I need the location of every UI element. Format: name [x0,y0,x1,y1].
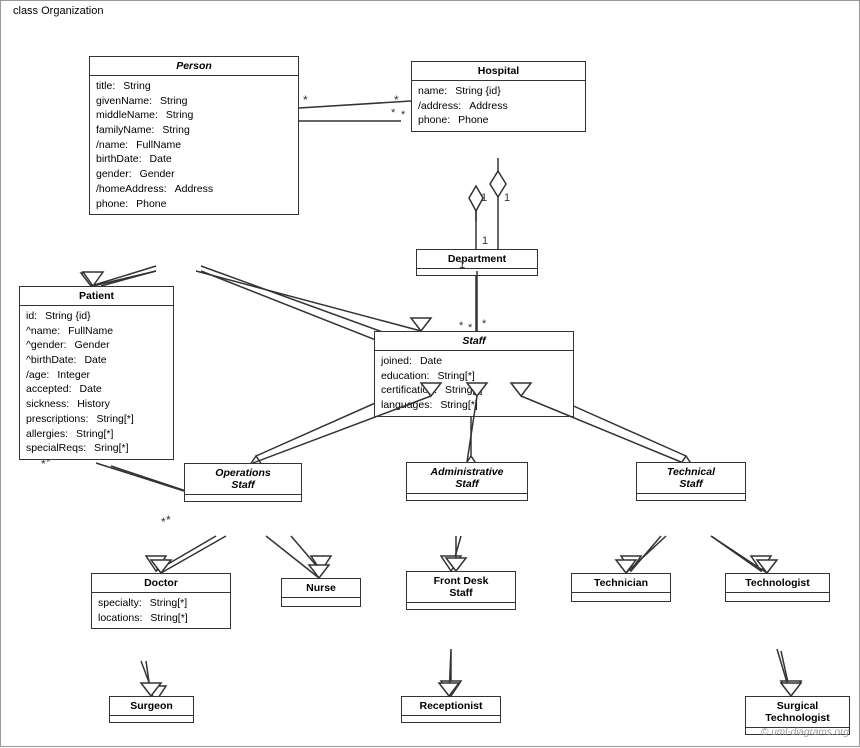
hospital-class: Hospital name:String {id} /address:Addre… [411,61,586,132]
operations-staff-class-name: OperationsStaff [185,464,301,495]
svg-text:*: * [166,513,171,527]
department-class-name: Department [417,250,537,269]
diagram-container: class Organization * * 1 1 * [0,0,860,747]
svg-text:*: * [401,109,406,121]
surgical-technologist-class-name: Surgical Technologist [746,697,849,728]
receptionist-class: Receptionist [401,696,501,723]
doctor-class-name: Doctor [92,574,230,593]
nurse-class: Nurse [281,578,361,607]
diagram-title: class Organization [9,5,108,17]
technician-class: Technician [571,573,671,602]
svg-text:*: * [303,93,308,107]
hospital-class-name: Hospital [412,62,585,81]
svg-text:1: 1 [504,192,510,204]
staff-class-name: Staff [375,332,573,351]
doctor-class: Doctor specialty:String[*] locations:Str… [91,573,231,629]
receptionist-class-name: Receptionist [402,697,500,716]
technologist-class: Technologist [725,573,830,602]
department-class: Department [416,249,538,276]
technical-staff-class: TechnicalStaff [636,462,746,501]
patient-class: Patient id:String {id} ^name:FullName ^g… [19,286,174,460]
nurse-class-name: Nurse [282,579,360,598]
patient-class-name: Patient [20,287,173,306]
svg-text:1: 1 [481,192,487,204]
person-class: Person title:String givenName:String mid… [89,56,299,215]
front-desk-staff-class: Front DeskStaff [406,571,516,610]
hospital-class-attrs: name:String {id} /address:Address phone:… [412,81,585,131]
technical-staff-class-name: TechnicalStaff [637,463,745,494]
staff-class: Staff joined:Date education:String[*] ce… [374,331,574,417]
svg-text:1: 1 [482,235,488,247]
staff-class-attrs: joined:Date education:String[*] certific… [375,351,573,416]
person-class-name: Person [90,57,298,76]
svg-text:*: * [391,107,396,119]
person-class-attrs: title:String givenName:String middleName… [90,76,298,214]
watermark: © uml-diagrams.org [761,727,849,738]
svg-text:*: * [394,93,399,107]
administrative-staff-class-name: AdministrativeStaff [407,463,527,494]
surgeon-class-name: Surgeon [110,697,193,716]
patient-class-attrs: id:String {id} ^name:FullName ^gender:Ge… [20,306,173,459]
technologist-class-name: Technologist [726,574,829,593]
svg-text:*: * [482,318,487,330]
technician-class-name: Technician [572,574,670,593]
operations-staff-class: OperationsStaff [184,463,302,502]
front-desk-staff-class-name: Front DeskStaff [407,572,515,603]
administrative-staff-class: AdministrativeStaff [406,462,528,501]
doctor-class-attrs: specialty:String[*] locations:String[*] [92,593,230,628]
svg-text:*: * [161,515,166,529]
department-class-attrs [417,269,537,275]
surgeon-class: Surgeon [109,696,194,723]
